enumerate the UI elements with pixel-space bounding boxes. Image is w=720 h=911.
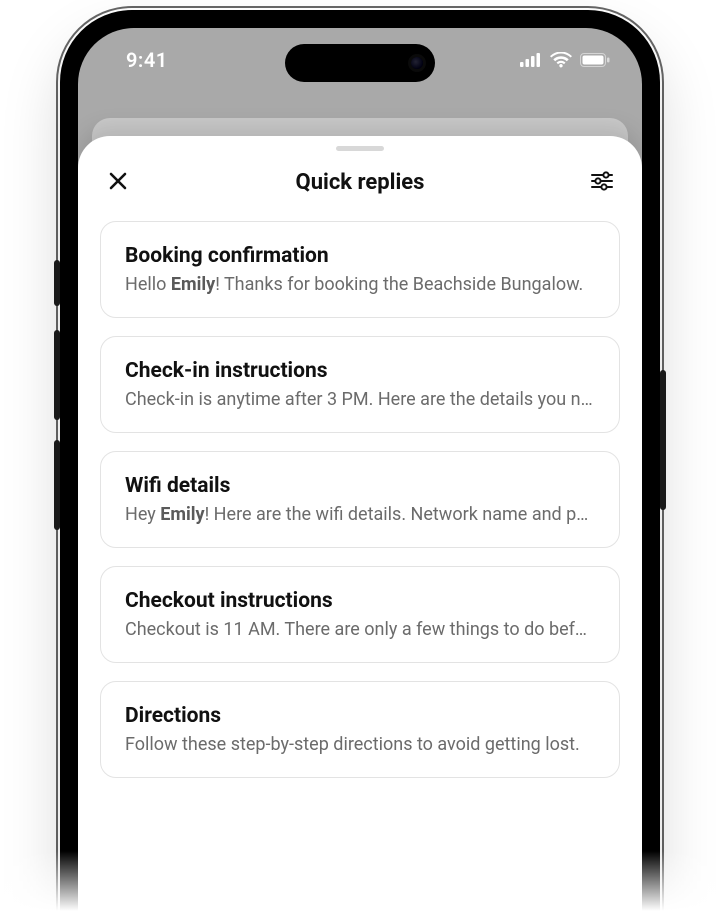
front-camera	[411, 57, 423, 69]
quick-reply-preview: Check-in is anytime after 3 PM. Here are…	[125, 389, 595, 410]
quick-reply-card[interactable]: Directions Follow these step-by-step dir…	[100, 681, 620, 778]
sheet-title: Quick replies	[296, 170, 425, 195]
quick-replies-list[interactable]: Booking confirmation Hello Emily! Thanks…	[78, 213, 642, 778]
quick-reply-title: Booking confirmation	[125, 244, 595, 268]
filter-settings-button[interactable]	[582, 162, 622, 202]
device-power-button	[660, 370, 666, 510]
quick-reply-title: Directions	[125, 704, 595, 728]
quick-reply-title: Check-in instructions	[125, 359, 595, 383]
quick-reply-title: Checkout instructions	[125, 589, 595, 613]
dynamic-island	[285, 44, 435, 82]
close-icon	[108, 171, 128, 194]
quick-reply-card[interactable]: Check-in instructions Check-in is anytim…	[100, 336, 620, 433]
wifi-icon	[550, 52, 572, 68]
battery-icon	[580, 53, 610, 67]
device-volume-up-button	[54, 330, 60, 420]
quick-reply-preview: Hey Emily! Here are the wifi details. Ne…	[125, 504, 595, 525]
phone-screen: 9:41	[78, 28, 642, 911]
quick-reply-card[interactable]: Checkout instructions Checkout is 11 AM.…	[100, 566, 620, 663]
phone-device-frame: 9:41	[60, 10, 660, 911]
close-button[interactable]	[98, 162, 138, 202]
quick-reply-preview: Hello Emily! Thanks for booking the Beac…	[125, 274, 595, 295]
cellular-signal-icon	[520, 53, 542, 67]
device-side-button	[54, 260, 60, 306]
sheet-header: Quick replies	[78, 151, 642, 213]
quick-reply-card[interactable]: Booking confirmation Hello Emily! Thanks…	[100, 221, 620, 318]
quick-replies-sheet: Quick replies	[78, 136, 642, 911]
quick-reply-card[interactable]: Wifi details Hey Emily! Here are the wif…	[100, 451, 620, 548]
quick-reply-preview: Follow these step-by-step directions to …	[125, 734, 595, 755]
quick-reply-title: Wifi details	[125, 474, 595, 498]
sliders-icon	[591, 171, 613, 194]
status-time: 9:41	[110, 48, 168, 72]
device-volume-down-button	[54, 440, 60, 530]
quick-reply-preview: Checkout is 11 AM. There are only a few …	[125, 619, 595, 640]
